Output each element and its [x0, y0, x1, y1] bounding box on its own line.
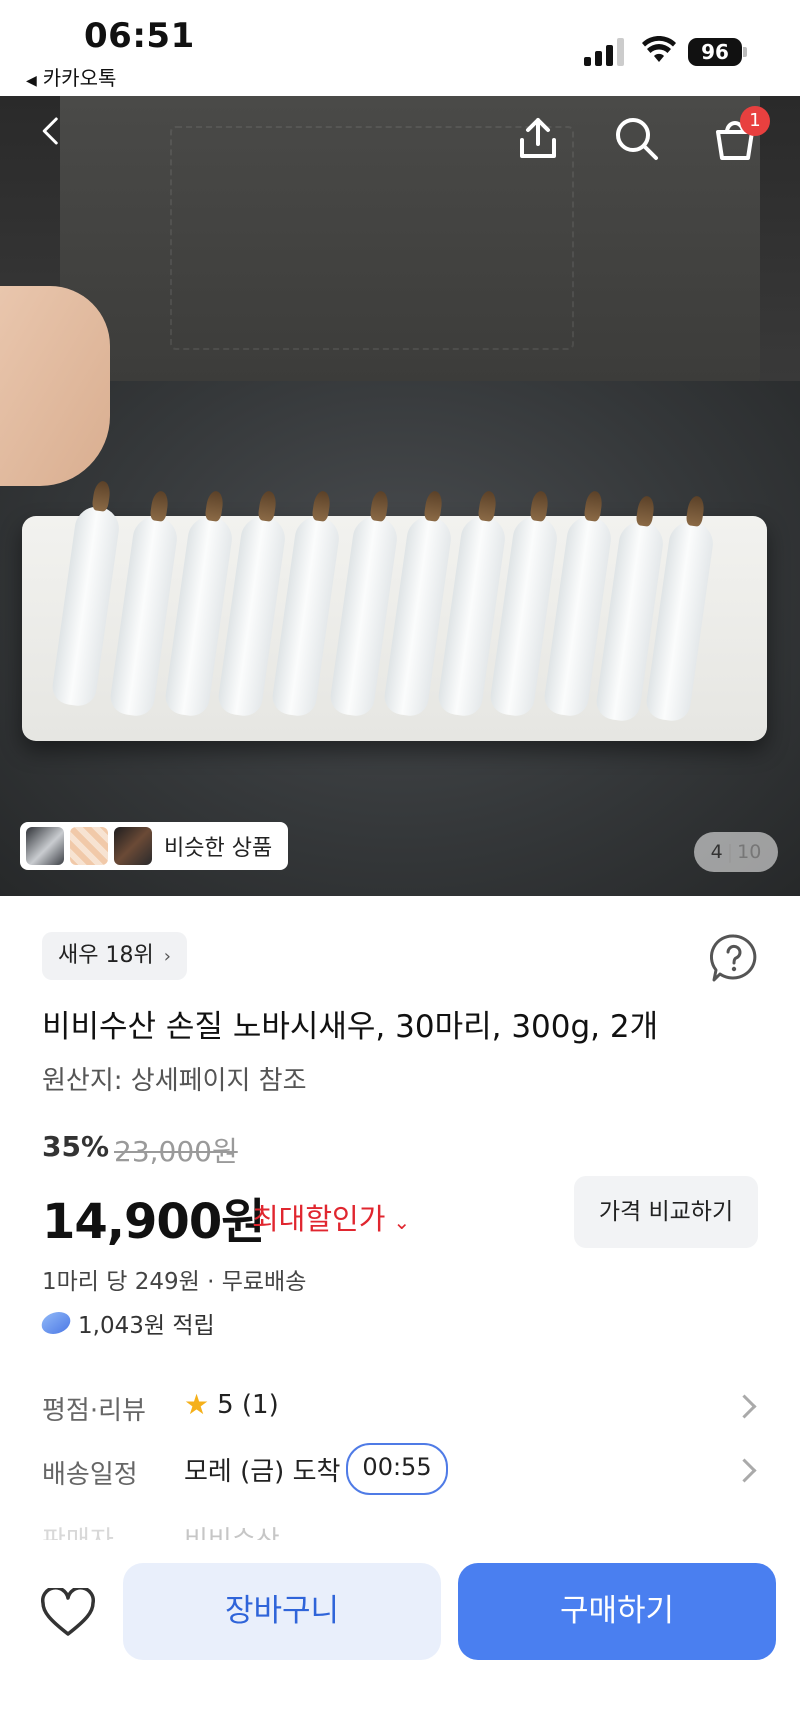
wifi-icon — [642, 36, 676, 62]
max-discount-dropdown[interactable]: 최대할인가 ⌄ — [252, 1196, 410, 1238]
star-icon: ★ — [184, 1388, 210, 1421]
back-to-app-link[interactable]: ◀ 카카오톡 — [26, 62, 116, 91]
reward-points: 1,043원 적립 — [39, 1306, 215, 1340]
page-current: 4 — [710, 841, 723, 863]
share-icon[interactable] — [514, 114, 562, 162]
discount-rate: 35% — [42, 1130, 110, 1163]
chevron-right-icon: › — [163, 946, 171, 967]
similar-thumb — [70, 827, 108, 865]
delivery-row-value[interactable]: 모레 (금) 도착 00:55 — [184, 1443, 448, 1495]
back-arrow-icon[interactable] — [36, 116, 66, 146]
points-label: 1,043원 적립 — [78, 1313, 215, 1339]
question-help-icon[interactable] — [708, 932, 760, 984]
hand — [0, 286, 110, 486]
cart-count-badge: 1 — [740, 106, 770, 136]
original-price: 23,000원 — [114, 1135, 238, 1168]
delivery-date: 모레 (금) 도착 — [184, 1456, 341, 1487]
points-icon — [39, 1312, 73, 1334]
rating-row-value[interactable]: ★ 5 (1) — [184, 1388, 279, 1421]
chevron-right-icon[interactable] — [732, 1458, 757, 1483]
battery-indicator: 96 — [688, 38, 742, 66]
chevron-down-icon: ⌄ — [393, 1210, 411, 1234]
page-total: 10 — [737, 841, 762, 863]
status-time: 06:51 — [84, 16, 195, 56]
delivery-countdown-timer: 00:55 — [346, 1443, 448, 1495]
heart-icon[interactable] — [40, 1588, 96, 1638]
similar-thumb — [114, 827, 152, 865]
back-triangle-icon: ◀ — [26, 73, 37, 89]
page-separator: | — [726, 841, 734, 863]
status-bar: 06:51 ◀ 카카오톡 96 — [0, 0, 800, 96]
category-rank-chip[interactable]: 새우 18위 › — [42, 932, 187, 980]
similar-products-button[interactable]: 비슷한 상품 — [20, 822, 289, 870]
product-image-carousel[interactable]: 1 비슷한 상품 4 | 10 — [0, 96, 800, 896]
cellular-signal-icon — [584, 38, 626, 66]
chevron-right-icon[interactable] — [732, 1394, 757, 1419]
price-compare-button[interactable]: 가격 비교하기 — [574, 1176, 758, 1248]
rating-row-label: 평점·리뷰 — [42, 1396, 146, 1426]
rating-value: 5 (1) — [217, 1389, 279, 1420]
rank-label: 새우 18위 — [58, 943, 154, 968]
sale-price: 14,900원 — [42, 1194, 265, 1250]
image-page-indicator: 4 | 10 — [694, 832, 778, 872]
product-title: 비비수산 손질 노바시새우, 30마리, 300g, 2개 — [42, 1009, 659, 1045]
unit-price-shipping: 1마리 당 249원 · 무료배송 — [42, 1269, 307, 1295]
origin-info: 원산지: 상세페이지 참조 — [42, 1066, 307, 1096]
max-discount-label: 최대할인가 — [252, 1202, 386, 1236]
add-to-cart-button[interactable]: 장바구니 — [123, 1563, 441, 1660]
buy-now-button[interactable]: 구매하기 — [458, 1563, 776, 1660]
delivery-row-label: 배송일정 — [42, 1460, 138, 1490]
similar-products-label: 비슷한 상품 — [164, 836, 273, 861]
similar-thumb — [26, 827, 64, 865]
back-app-label: 카카오톡 — [42, 66, 117, 90]
battery-tip — [743, 47, 747, 57]
search-icon[interactable] — [612, 114, 660, 162]
marble-plate — [22, 503, 767, 741]
shrimp — [50, 503, 122, 709]
